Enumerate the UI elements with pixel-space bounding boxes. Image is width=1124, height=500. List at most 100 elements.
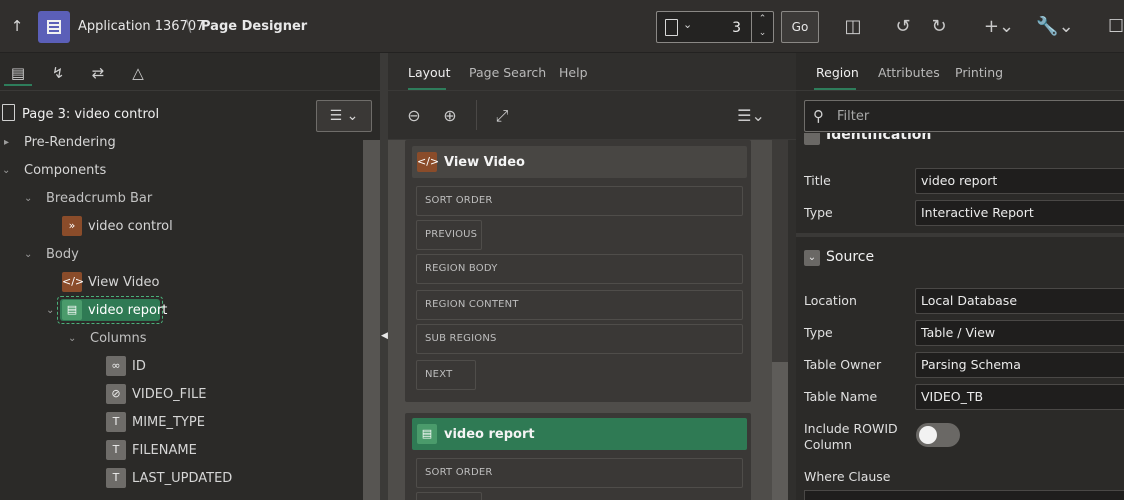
chevron-down-icon[interactable]: ⌄	[683, 18, 692, 31]
title-field[interactable]: video report	[915, 168, 1124, 194]
where-clause-editor[interactable]	[804, 490, 1124, 500]
redo-icon[interactable]: ↻	[928, 14, 950, 40]
layout-scrollbar[interactable]	[772, 140, 788, 500]
dynamic-actions-tab-icon[interactable]: ↯	[44, 60, 72, 86]
collapse-icon[interactable]: ⌄	[46, 305, 54, 316]
page-header[interactable]: Page 3: video control	[22, 107, 159, 122]
prop-label-location: Location	[804, 293, 857, 308]
collapse-left-icon[interactable]: ◀	[381, 331, 388, 341]
prop-label-table-owner: Table Owner	[804, 357, 882, 372]
tree-menu-button[interactable]: ☰ ⌄	[316, 100, 372, 132]
search-icon: ⚲	[813, 107, 824, 125]
collapse-icon[interactable]: ⌄	[68, 333, 76, 344]
column-node[interactable]: FILENAME	[132, 443, 197, 458]
section-source[interactable]: ⌄ Source	[796, 233, 1124, 279]
drop-slot-sub-regions[interactable]: SUB REGIONS	[416, 324, 743, 354]
drop-slot-region-body[interactable]: REGION BODY	[416, 254, 743, 284]
left-splitter[interactable]: ◀	[380, 53, 388, 500]
collapse-icon[interactable]: ⌄	[24, 193, 32, 204]
section-identification[interactable]: Identification	[796, 133, 1124, 149]
prop-label-rowid-2: Column	[804, 437, 852, 452]
tree-node-breadcrumb-bar[interactable]: Breadcrumb Bar	[46, 191, 152, 206]
prop-label-rowid: Include ROWID	[804, 421, 898, 436]
page-icon	[2, 104, 15, 121]
page-title: Page Designer	[201, 19, 308, 34]
scrollbar-thumb[interactable]	[772, 362, 788, 500]
tree-node-video-report-label[interactable]: video report	[88, 303, 167, 318]
drop-slot[interactable]	[416, 492, 482, 500]
section-title: Identification	[826, 133, 932, 143]
active-tab-indicator	[814, 88, 856, 90]
tab-attributes[interactable]: Attributes	[878, 65, 940, 80]
more-tools-icon[interactable]: ☐	[1108, 14, 1124, 40]
region-title: View Video	[444, 155, 525, 170]
section-title: Source	[826, 249, 875, 265]
drop-slot-region-content[interactable]: REGION CONTENT	[416, 290, 743, 320]
page-stepper[interactable]: ⌃ ⌄	[751, 12, 773, 42]
tab-layout[interactable]: Layout	[408, 65, 451, 80]
static-content-icon: </>	[62, 272, 84, 292]
breadcrumb-separator: \	[186, 16, 192, 35]
text-column-icon: T	[106, 412, 126, 432]
tree-node-body[interactable]: Body	[46, 247, 79, 262]
source-type-select[interactable]: Table / View	[915, 320, 1124, 346]
tab-page-search[interactable]: Page Search	[469, 65, 546, 80]
prop-label-source-type: Type	[804, 325, 833, 340]
tree-node-components[interactable]: Components	[24, 163, 106, 178]
table-owner-select[interactable]: Parsing Schema	[915, 352, 1124, 378]
column-node[interactable]: ID	[132, 359, 146, 374]
left-pane-scrollbar[interactable]	[363, 140, 380, 500]
collapse-icon[interactable]: ⌄	[804, 250, 820, 266]
tab-printing[interactable]: Printing	[955, 65, 1003, 80]
tree-node-columns[interactable]: Columns	[90, 331, 147, 346]
zoom-in-icon[interactable]: ⊕	[440, 106, 460, 126]
text-column-icon: T	[106, 468, 126, 488]
app-icon-line	[48, 24, 60, 26]
add-menu-icon[interactable]: +⌄	[982, 14, 1016, 40]
tree-node-view-video[interactable]: View Video	[88, 275, 159, 290]
shared-components-tab-icon[interactable]: △	[124, 60, 152, 86]
page-selector[interactable]: ⌄ 3 ⌃ ⌄	[656, 11, 774, 43]
column-node[interactable]: VIDEO_FILE	[132, 387, 206, 402]
link-column-icon: ∞	[106, 356, 126, 376]
drop-slot-sort-order[interactable]: SORT ORDER	[416, 458, 743, 488]
processing-tab-icon[interactable]: ⇄	[84, 60, 112, 86]
drop-slot-previous[interactable]: PREVIOUS	[416, 220, 482, 250]
application-icon[interactable]	[38, 11, 70, 43]
interactive-report-icon: ▤	[62, 300, 82, 320]
location-select[interactable]: Local Database	[915, 288, 1124, 314]
rendering-tab-icon[interactable]: ▤	[4, 60, 32, 86]
tree-node-pre-rendering[interactable]: Pre-Rendering	[24, 135, 116, 150]
expand-icon[interactable]: ⤢	[492, 106, 512, 126]
page-icon	[665, 19, 678, 36]
collapse-icon[interactable]: ⌄	[2, 165, 10, 176]
column-node[interactable]: MIME_TYPE	[132, 415, 205, 430]
drop-slot-sort-order[interactable]: SORT ORDER	[416, 186, 743, 216]
interactive-report-icon: ▤	[417, 424, 437, 444]
table-name-field[interactable]: VIDEO_TB	[915, 384, 1124, 410]
collapse-icon[interactable]	[804, 133, 820, 145]
toolbar-divider	[476, 100, 477, 130]
prop-label-table-name: Table Name	[804, 389, 878, 404]
drop-slot-next[interactable]: NEXT	[416, 360, 476, 390]
lock-page-icon[interactable]: ◫	[842, 14, 864, 40]
tab-region[interactable]: Region	[816, 65, 859, 80]
tab-help[interactable]: Help	[559, 65, 588, 80]
utilities-wrench-icon[interactable]: 🔧⌄	[1036, 14, 1074, 40]
go-button[interactable]: Go	[781, 11, 819, 43]
up-arrow-icon[interactable]: ↑	[8, 16, 26, 36]
column-node[interactable]: LAST_UPDATED	[132, 471, 232, 486]
page-number-input[interactable]: 3	[732, 20, 741, 36]
zoom-out-icon[interactable]: ⊖	[404, 106, 424, 126]
filter-input[interactable]: ⚲ Filter	[804, 100, 1124, 132]
undo-icon[interactable]: ↺	[892, 14, 914, 40]
breadcrumb-region-icon: »	[62, 216, 82, 236]
collapse-icon[interactable]: ⌄	[24, 249, 32, 260]
layout-menu-icon[interactable]: ☰⌄	[734, 106, 768, 126]
type-select[interactable]: Interactive Report	[915, 200, 1124, 226]
include-rowid-toggle[interactable]	[916, 423, 960, 447]
expand-icon[interactable]: ▸	[4, 137, 9, 148]
tree-node-breadcrumb-item[interactable]: video control	[88, 219, 173, 234]
prop-label-where-clause: Where Clause	[804, 469, 891, 484]
region-title: video report	[444, 427, 535, 442]
